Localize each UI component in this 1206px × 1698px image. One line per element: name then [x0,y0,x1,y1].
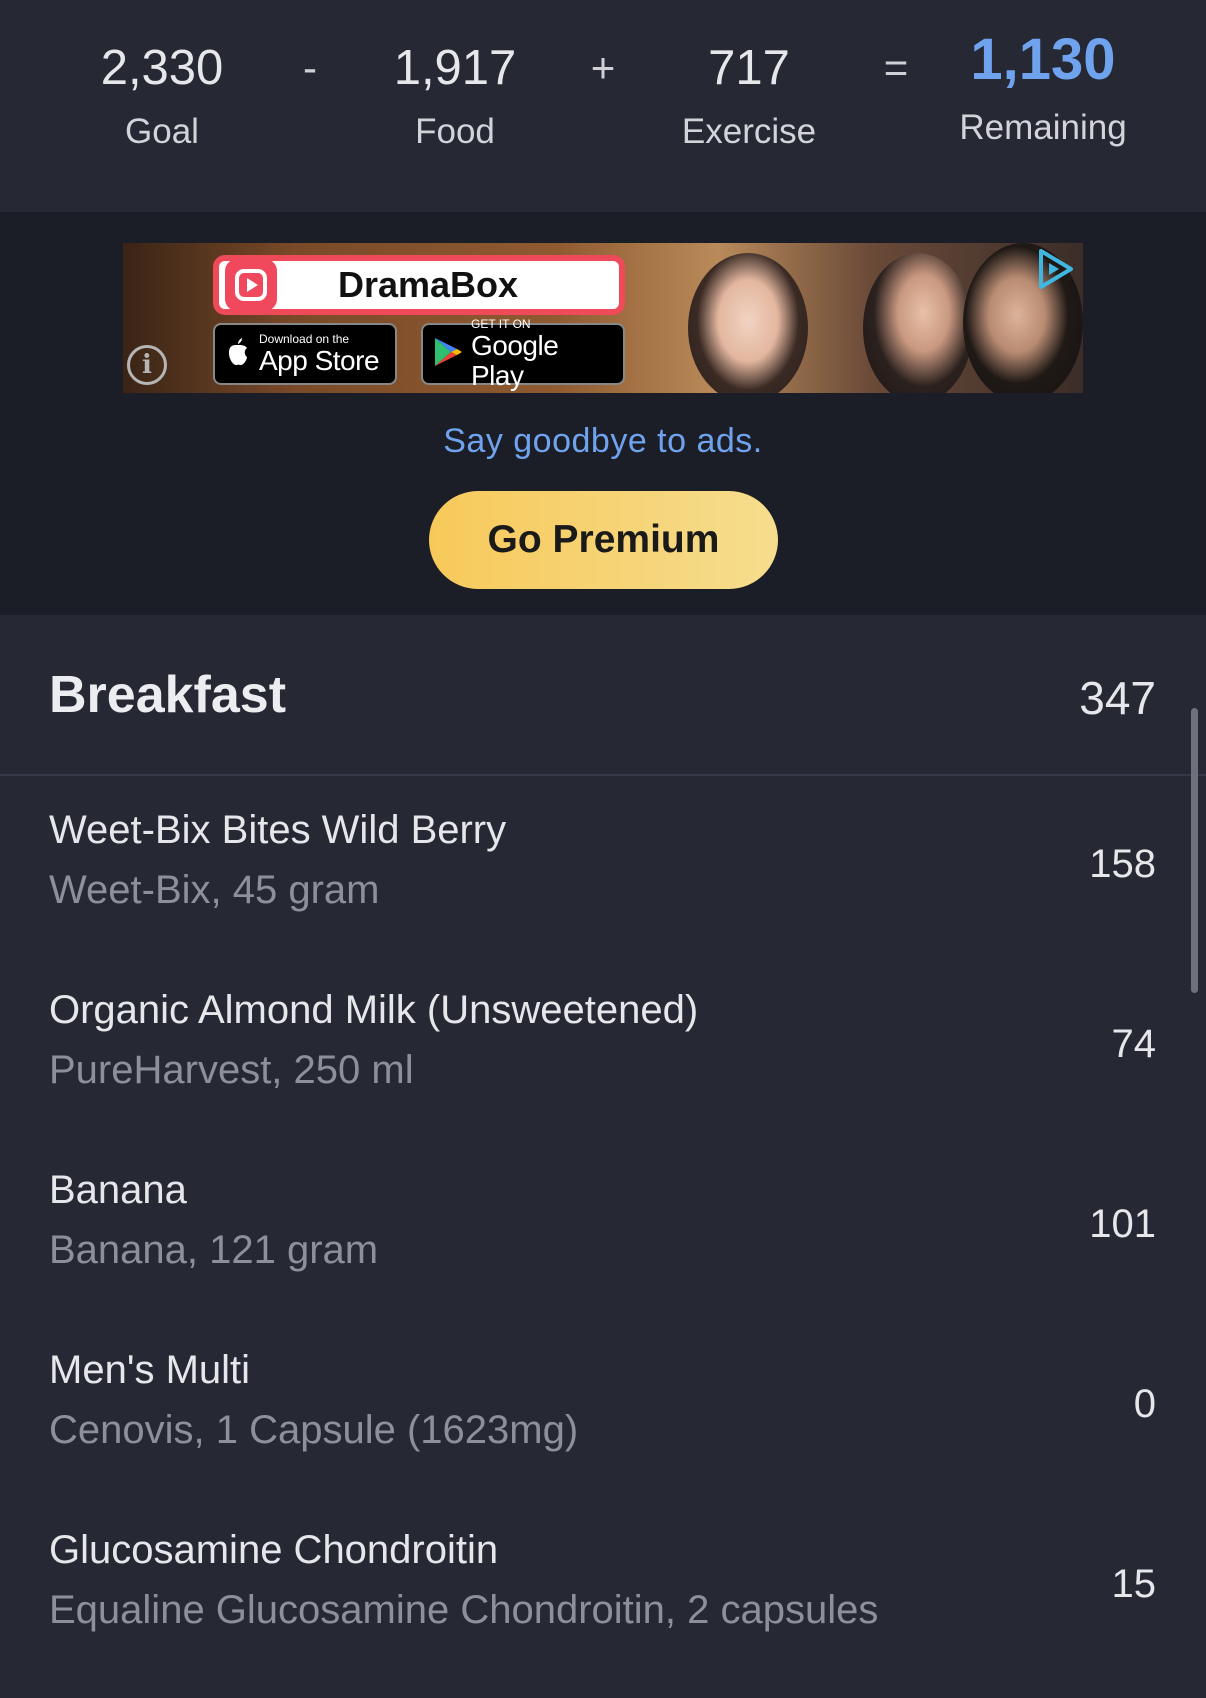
remaining-column[interactable]: 1,130 Remaining [943,28,1143,150]
exercise-label: Exercise [681,112,817,151]
food-description: Equaline Glucosamine Chondroitin, 2 caps… [49,1588,879,1632]
food-calories: 74 [1111,1022,1157,1066]
meal-title: Breakfast [49,666,287,724]
food-calories: 15 [1111,1562,1157,1606]
google-play-icon [433,336,463,373]
goal-column[interactable]: 2,330 Goal [62,36,262,154]
meal-calorie-total: 347 [1079,672,1156,724]
calorie-summary: 2,330 Goal - 1,917 Food + 717 Exercise =… [0,0,1206,212]
ad-figure-couple [863,253,973,393]
food-entry-row[interactable]: Banana Banana, 121 gram 101 [0,1138,1206,1318]
exercise-value: 717 [708,41,790,95]
food-entry-row[interactable]: Glucosamine Chondroitin Equaline Glucosa… [0,1498,1206,1678]
vertical-scrollbar[interactable] [1191,708,1198,993]
ad-section: DramaBox Download on the App Store GET I… [0,212,1206,615]
food-description: Banana, 121 gram [49,1228,379,1272]
food-name: Glucosamine Chondroitin [49,1528,499,1572]
food-description: Cenovis, 1 Capsule (1623mg) [49,1408,579,1452]
ad-banner[interactable]: DramaBox Download on the App Store GET I… [123,243,1083,393]
equals-operator: = [883,44,909,91]
dramabox-logo-pill: DramaBox [213,255,625,315]
food-entry-row[interactable]: Weet-Bix Bites Wild Berry Weet-Bix, 45 g… [0,778,1206,958]
app-store-badge[interactable]: Download on the App Store [213,323,397,385]
food-description: PureHarvest, 250 ml [49,1048,414,1092]
food-name: Weet-Bix Bites Wild Berry [49,808,507,852]
food-entry-row[interactable]: Men's Multi Cenovis, 1 Capsule (1623mg) … [0,1318,1206,1498]
food-calories: 158 [1089,842,1156,886]
app-store-small-text: Download on the [259,331,350,346]
google-play-small-text: GET IT ON [471,316,531,331]
ad-info-icon[interactable]: i [127,345,167,385]
goal-value: 2,330 [100,41,224,95]
food-description: Weet-Bix, 45 gram [49,868,380,912]
food-entry-row[interactable]: Organic Almond Milk (Unsweetened) PureHa… [0,958,1206,1138]
google-play-big-text: Google Play [471,329,559,391]
food-column[interactable]: 1,917 Food [355,36,555,154]
plus-operator: + [590,44,616,91]
exercise-column[interactable]: 717 Exercise [649,36,849,154]
dramabox-brand-text: DramaBox [337,264,519,305]
remaining-value: 1,130 [970,27,1116,92]
app-store-big-text: App Store [259,344,380,376]
food-name: Banana [49,1168,187,1212]
apple-icon [225,337,251,372]
breakfast-header[interactable]: Breakfast 347 [0,615,1206,776]
food-name: Organic Almond Milk (Unsweetened) [49,988,699,1032]
food-calories: 0 [1133,1382,1156,1426]
google-play-badge[interactable]: GET IT ON Google Play [421,317,625,390]
adchoices-play-icon[interactable] [1033,247,1077,291]
food-name: Men's Multi [49,1348,251,1392]
food-value: 1,917 [393,41,517,95]
food-label: Food [415,112,495,151]
minus-operator: - [303,44,317,91]
remove-ads-link[interactable]: Say goodbye to ads. [0,422,1206,461]
ad-figure-woman [688,253,808,393]
remaining-label: Remaining [959,108,1127,147]
go-premium-button[interactable]: Go Premium [429,491,778,589]
goal-label: Goal [125,112,199,151]
dramabox-logo-icon [225,259,277,311]
food-calories: 101 [1089,1202,1156,1246]
